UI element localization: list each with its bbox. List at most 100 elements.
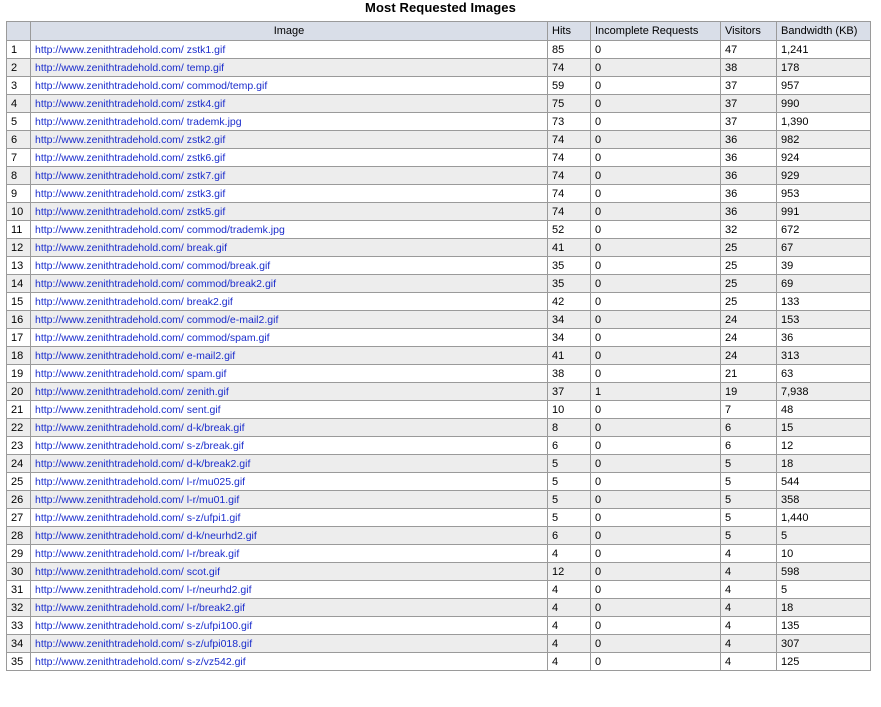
image-url-link[interactable]: http://www.zenithtradehold.com/ s-z/ufpi… [35,638,252,650]
image-url-link[interactable]: http://www.zenithtradehold.com/ d-k/brea… [35,458,250,470]
incomplete-requests-cell: 0 [590,454,721,473]
visitors-cell: 37 [720,76,777,95]
image-url-link[interactable]: http://www.zenithtradehold.com/ l-r/brea… [35,548,239,560]
image-url-link[interactable]: http://www.zenithtradehold.com/ commod/b… [35,260,270,272]
row-number: 24 [6,454,31,473]
bandwidth-cell: 924 [776,148,871,167]
visitors-cell: 25 [720,238,777,257]
visitors-cell: 24 [720,346,777,365]
visitors-cell: 47 [720,40,777,59]
incomplete-requests-cell: 0 [590,616,721,635]
image-url-link[interactable]: http://www.zenithtradehold.com/ zstk4.gi… [35,98,225,110]
image-url-cell: http://www.zenithtradehold.com/ l-r/mu01… [30,490,548,509]
bandwidth-cell: 7,938 [776,382,871,401]
image-url-link[interactable]: http://www.zenithtradehold.com/ l-r/mu02… [35,476,245,488]
image-url-link[interactable]: http://www.zenithtradehold.com/ zstk1.gi… [35,44,225,56]
table-row: 8 http://www.zenithtradehold.com/ zstk7.g… [6,166,871,185]
table-row: 15 http://www.zenithtradehold.com/ break2… [6,292,871,311]
column-header-incomplete-requests[interactable]: Incomplete Requests [590,21,721,41]
table-row: 5 http://www.zenithtradehold.com/ trademk… [6,112,871,131]
visitors-cell: 4 [720,580,777,599]
bandwidth-cell: 10 [776,544,871,563]
column-header-visitors[interactable]: Visitors [720,21,777,41]
image-url-link[interactable]: http://www.zenithtradehold.com/ zstk2.gi… [35,134,225,146]
image-url-cell: http://www.zenithtradehold.com/ d-k/neur… [30,526,548,545]
image-url-link[interactable]: http://www.zenithtradehold.com/ l-r/brea… [35,602,245,614]
image-url-link[interactable]: http://www.zenithtradehold.com/ sent.gif [35,404,221,416]
image-url-link[interactable]: http://www.zenithtradehold.com/ commod/t… [35,224,285,236]
image-url-cell: http://www.zenithtradehold.com/ l-r/mu02… [30,472,548,491]
table-row: 10 http://www.zenithtradehold.com/ zstk5.… [6,202,871,221]
bandwidth-cell: 153 [776,310,871,329]
hits-cell: 6 [547,436,591,455]
image-url-link[interactable]: http://www.zenithtradehold.com/ commod/t… [35,80,267,92]
image-url-link[interactable]: http://www.zenithtradehold.com/ d-k/neur… [35,530,257,542]
hits-cell: 75 [547,94,591,113]
image-url-cell: http://www.zenithtradehold.com/ d-k/brea… [30,418,548,437]
incomplete-requests-cell: 0 [590,364,721,383]
image-url-link[interactable]: http://www.zenithtradehold.com/ s-z/ufpi… [35,620,252,632]
image-url-link[interactable]: http://www.zenithtradehold.com/ trademk.… [35,116,242,128]
image-url-cell: http://www.zenithtradehold.com/ zstk1.gi… [30,40,548,59]
row-number: 10 [6,202,31,221]
row-number: 21 [6,400,31,419]
column-header-bandwidth[interactable]: Bandwidth (KB) [776,21,871,41]
image-url-link[interactable]: http://www.zenithtradehold.com/ break2.g… [35,296,233,308]
column-header-hits[interactable]: Hits [547,21,591,41]
image-url-link[interactable]: http://www.zenithtradehold.com/ s-z/brea… [35,440,244,452]
image-url-link[interactable]: http://www.zenithtradehold.com/ zstk3.gi… [35,188,225,200]
incomplete-requests-cell: 0 [590,310,721,329]
incomplete-requests-cell: 0 [590,292,721,311]
image-url-link[interactable]: http://www.zenithtradehold.com/ e-mail2.… [35,350,235,362]
image-url-link[interactable]: http://www.zenithtradehold.com/ s-z/vz54… [35,656,246,668]
row-number: 34 [6,634,31,653]
image-url-link[interactable]: http://www.zenithtradehold.com/ d-k/brea… [35,422,245,434]
incomplete-requests-cell: 0 [590,472,721,491]
image-url-link[interactable]: http://www.zenithtradehold.com/ commod/e… [35,314,278,326]
incomplete-requests-cell: 0 [590,544,721,563]
visitors-cell: 5 [720,454,777,473]
image-url-link[interactable]: http://www.zenithtradehold.com/ l-r/neur… [35,584,252,596]
visitors-cell: 36 [720,148,777,167]
image-url-link[interactable]: http://www.zenithtradehold.com/ l-r/mu01… [35,494,239,506]
image-url-link[interactable]: http://www.zenithtradehold.com/ temp.gif [35,62,224,74]
row-number: 13 [6,256,31,275]
visitors-cell: 36 [720,166,777,185]
hits-cell: 37 [547,382,591,401]
table-row: 19 http://www.zenithtradehold.com/ spam.g… [6,364,871,383]
visitors-cell: 5 [720,472,777,491]
visitors-cell: 5 [720,526,777,545]
table-body: 1 http://www.zenithtradehold.com/ zstk1.g… [6,40,871,671]
image-url-link[interactable]: http://www.zenithtradehold.com/ zenith.g… [35,386,229,398]
column-header-image[interactable]: Image [30,21,548,41]
image-url-link[interactable]: http://www.zenithtradehold.com/ zstk7.gi… [35,170,225,182]
incomplete-requests-cell: 0 [590,76,721,95]
bandwidth-cell: 125 [776,652,871,671]
visitors-cell: 6 [720,436,777,455]
row-number: 33 [6,616,31,635]
image-url-link[interactable]: http://www.zenithtradehold.com/ zstk5.gi… [35,206,225,218]
hits-cell: 4 [547,580,591,599]
bandwidth-cell: 178 [776,58,871,77]
image-url-cell: http://www.zenithtradehold.com/ break.gi… [30,238,548,257]
table-header-row: Image Hits Incomplete Requests Visitors … [6,21,871,41]
row-number: 17 [6,328,31,347]
image-url-link[interactable]: http://www.zenithtradehold.com/ zstk6.gi… [35,152,225,164]
image-url-link[interactable]: http://www.zenithtradehold.com/ s-z/ufpi… [35,512,240,524]
table-row: 11 http://www.zenithtradehold.com/ commod… [6,220,871,239]
image-url-link[interactable]: http://www.zenithtradehold.com/ commod/s… [35,332,270,344]
image-url-link[interactable]: http://www.zenithtradehold.com/ break.gi… [35,242,227,254]
row-number: 32 [6,598,31,617]
hits-cell: 42 [547,292,591,311]
image-url-cell: http://www.zenithtradehold.com/ zstk3.gi… [30,184,548,203]
image-url-link[interactable]: http://www.zenithtradehold.com/ commod/b… [35,278,276,290]
image-url-link[interactable]: http://www.zenithtradehold.com/ spam.gif [35,368,226,380]
image-url-cell: http://www.zenithtradehold.com/ break2.g… [30,292,548,311]
incomplete-requests-cell: 0 [590,598,721,617]
table-row: 24 http://www.zenithtradehold.com/ d-k/br… [6,454,871,473]
image-url-link[interactable]: http://www.zenithtradehold.com/ scot.gif [35,566,220,578]
bandwidth-cell: 1,390 [776,112,871,131]
image-url-cell: http://www.zenithtradehold.com/ l-r/brea… [30,544,548,563]
image-url-cell: http://www.zenithtradehold.com/ trademk.… [30,112,548,131]
table-row: 7 http://www.zenithtradehold.com/ zstk6.g… [6,148,871,167]
